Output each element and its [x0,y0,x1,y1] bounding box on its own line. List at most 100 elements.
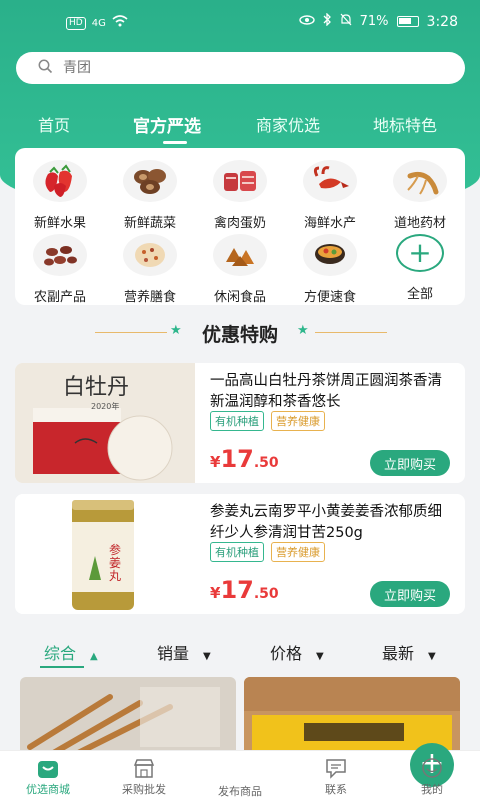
category-label: 休闲食品 [213,290,266,305]
wifi-icon [112,15,128,31]
mushroom-icon [123,160,177,202]
category-label: 营养膳食 [123,290,176,305]
product-price: ¥17.50 [210,445,279,473]
product-image: 参姜丸 [15,494,195,614]
product-image-year: 2020年 [91,402,120,411]
section-title: 优惠特购 [201,324,278,346]
product-tags: 有机种植 营养健康 [210,542,325,562]
search-bar[interactable] [16,52,465,84]
strawberry-icon [33,160,87,202]
battery-icon [396,16,419,27]
battery-percent: 71% [359,14,389,29]
category-panel: 新鲜水果 新鲜蔬菜 禽肉蛋奶 海鲜水产 道地药材 农副产品 营养膳食 休闲食品 … [15,148,465,305]
tabbar-wholesale[interactable]: 采购批发 [96,755,192,797]
category-label: 农副产品 [33,290,86,305]
shopping-bag-icon [0,755,96,781]
product-price: ¥17.50 [210,576,279,604]
sort-label: 销量 [157,644,190,663]
tab-local-specialties[interactable]: 地标特色 [373,112,437,136]
chevron-down-icon: ▼ [428,651,436,662]
sort-sales[interactable]: 销量 ▼ [157,640,211,664]
snack-icon [213,234,267,276]
product-title: 一品高山白牡丹茶饼周正圆润茶香清新温润醇和茶香悠长 [210,373,442,410]
category-instant-food[interactable]: 方便速食 [290,234,370,305]
grid-product-image[interactable] [20,677,236,757]
tab-official-selection[interactable]: 官方严选 [133,112,201,137]
buy-now-button[interactable]: 立即购买 [370,581,450,607]
porridge-icon [123,234,177,276]
tabbar-label: 采购批发 [122,783,166,796]
category-label: 道地药材 [393,216,446,231]
category-nutrition[interactable]: 营养膳食 [110,234,190,305]
plus-icon: + [396,234,444,272]
tabbar-label: 优选商城 [26,783,70,796]
tab-home[interactable]: 首页 [38,112,70,136]
sort-label: 最新 [382,644,415,663]
clock: 3:28 [426,13,458,30]
category-all[interactable]: + 全部 [380,234,460,302]
sort-price[interactable]: 价格 ▼ [270,640,324,664]
category-snacks[interactable]: 休闲食品 [200,234,280,305]
product-title: 参姜丸云南罗平小黄姜姜香浓郁质细纤少人参清润甘苦250g [210,504,442,541]
product-image-title: 参姜丸 [109,543,122,583]
star-icon: ★ [297,323,309,338]
category-vegetables[interactable]: 新鲜蔬菜 [110,160,190,231]
tabbar-label: 我的 [421,783,443,796]
active-tab-indicator [163,141,187,144]
tabbar-label: 发布商品 [218,785,262,798]
tab-merchant-selection[interactable]: 商家优选 [256,112,320,136]
category-seafood[interactable]: 海鲜水产 [290,160,370,231]
tabbar-profile[interactable]: 我的 [384,755,480,797]
eye-icon [298,14,315,29]
category-label: 新鲜蔬菜 [123,216,176,231]
category-label: 禽肉蛋奶 [213,216,266,231]
star-icon: ★ [170,323,182,338]
tabbar-mall[interactable]: 优选商城 [0,755,96,797]
product-image-title: 白牡丹 [63,375,130,400]
divider-left [95,332,167,333]
sort-label: 综合 [44,644,77,663]
category-herbs[interactable]: 道地药材 [380,160,460,231]
product-grid [0,677,480,757]
sort-bar: 综合 ▲ 销量 ▼ 价格 ▼ 最新 ▼ [0,636,480,670]
sort-up-icon: ▲ [90,651,98,662]
product-image: 白牡丹 2020年 [15,363,195,483]
beans-icon [33,234,87,276]
tag-healthy: 营养健康 [271,542,325,562]
sort-comprehensive[interactable]: 综合 ▲ [44,640,98,664]
tag-organic: 有机种植 [210,542,264,562]
category-agri-products[interactable]: 农副产品 [20,234,100,305]
price-currency: ¥ [210,584,221,602]
smile-face-icon [384,755,480,781]
sort-newest[interactable]: 最新 ▼ [382,640,436,664]
product-card[interactable]: 白牡丹 2020年 一品高山白牡丹茶饼周正圆润茶香清新温润醇和茶香悠长 有机种植… [15,363,465,483]
price-integer: 17 [220,445,254,473]
tabbar-contact[interactable]: 联系 [288,755,384,797]
category-label: 全部 [406,287,433,302]
price-decimal: .50 [253,455,279,471]
hd-indicator: HD [66,16,86,30]
buy-now-button[interactable]: 立即购买 [370,450,450,476]
bottom-tab-bar: 优选商城 采购批发 + 发布商品 联系 我的 [0,743,480,800]
product-card[interactable]: 参姜丸 参姜丸云南罗平小黄姜姜香浓郁质细纤少人参清润甘苦250g 有机种植 营养… [15,494,465,614]
tabbar-publish[interactable]: + 发布商品 [192,743,454,799]
section-header: ★ 优惠特购 ★ [0,320,480,347]
tabbar-label: 联系 [325,783,347,796]
chevron-down-icon: ▼ [316,651,324,662]
lobster-icon [303,160,357,202]
search-input[interactable] [63,60,423,76]
category-meat-egg-dairy[interactable]: 禽肉蛋奶 [200,160,280,231]
chat-icon [288,755,384,781]
category-label: 新鲜水果 [33,216,86,231]
category-label: 方便速食 [303,290,356,305]
active-sort-indicator [40,666,84,668]
category-fruit[interactable]: 新鲜水果 [20,160,100,231]
category-label: 海鲜水产 [303,216,356,231]
bluetooth-icon [323,12,332,30]
search-icon [38,59,53,78]
tag-healthy: 营养健康 [271,411,325,431]
status-bar: HD 4G 71% 3:28 [0,0,480,44]
mute-bell-icon [340,13,352,30]
sort-label: 价格 [270,644,303,663]
divider-right [315,332,387,333]
